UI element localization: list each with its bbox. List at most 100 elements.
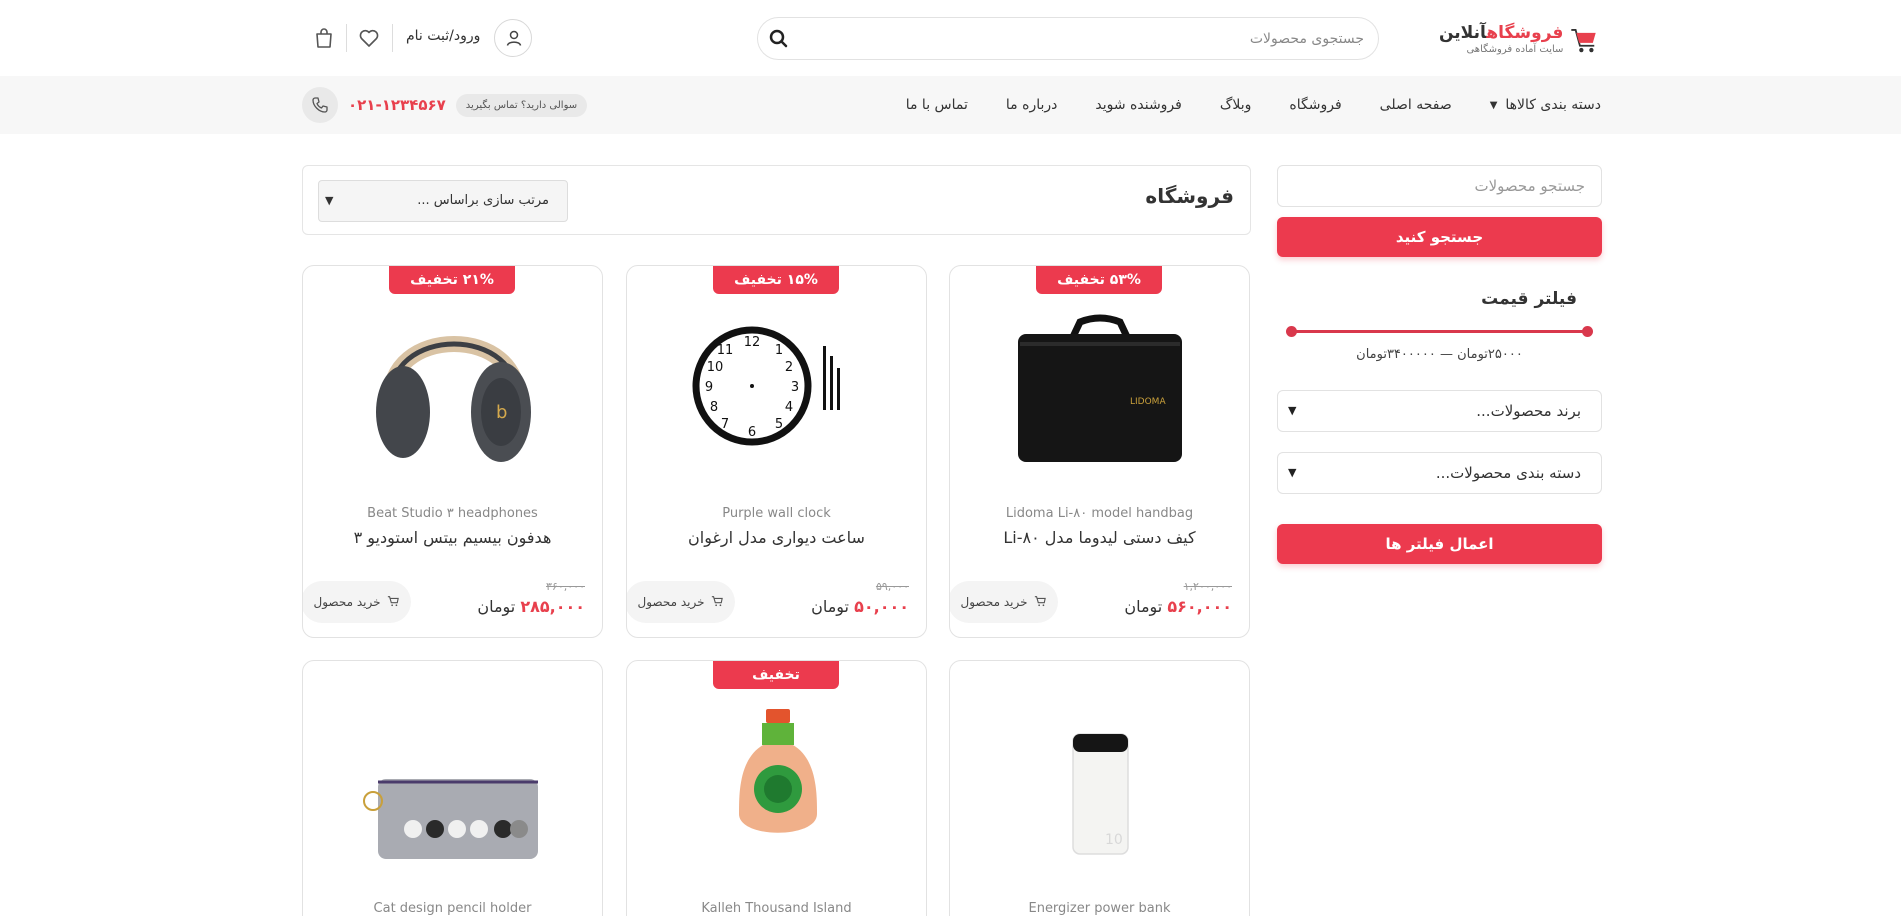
price-slider-handle-max[interactable] [1286, 326, 1297, 337]
brand-select[interactable]: برند محصولات... ▼ [1277, 390, 1602, 432]
chevron-down-icon: ▼ [1288, 466, 1297, 479]
svg-text:12: 12 [744, 335, 761, 350]
sidebar-search-input[interactable] [1277, 165, 1602, 207]
product-image[interactable]: 10 [950, 689, 1249, 869]
nav-item-contact[interactable]: تماس با ما [887, 97, 987, 113]
price-filter-title: فیلتر قیمت [1481, 289, 1577, 309]
discount-badge: تخفیف [713, 661, 839, 689]
product-card[interactable]: Cat design pencil holder [302, 660, 603, 916]
nav-item-blog[interactable]: وبلاگ [1201, 97, 1271, 113]
nav-item-become-seller[interactable]: فروشنده شوید [1076, 97, 1200, 113]
product-image[interactable]: b [303, 294, 602, 474]
product-image[interactable]: LIDOMA [950, 294, 1249, 474]
currency: تومان [477, 597, 516, 616]
product-card[interactable]: 10 Energizer power bank [949, 660, 1250, 916]
buy-button-label: خرید محصول [960, 595, 1028, 609]
svg-text:10: 10 [1105, 832, 1123, 848]
price-value: ۲۸۵,۰۰۰ [520, 597, 585, 616]
product-image[interactable]: 12 1 2 3 45 6 78 9 10 11 [627, 294, 926, 474]
search-icon[interactable] [768, 28, 790, 50]
product-name[interactable]: هدفون بیسیم بیتس استودیو ۳ [303, 528, 602, 547]
product-image[interactable] [303, 689, 602, 869]
buy-button[interactable]: خرید محصول [950, 581, 1058, 623]
discount-badge: ۱۵% تخفیف [713, 266, 839, 294]
logo-title: آنلاین [1439, 23, 1487, 43]
svg-text:6: 6 [748, 425, 756, 440]
product-name-en: Cat design pencil holder [373, 901, 532, 916]
cart-icon [387, 595, 399, 610]
nav-item-shop[interactable]: فروشگاه [1270, 97, 1360, 113]
svg-text:7: 7 [721, 417, 729, 432]
product-card[interactable]: تخفیف Kalleh Thousand Island [626, 660, 927, 916]
user-button[interactable] [494, 19, 532, 57]
buy-button-label: خرید محصول [313, 595, 381, 609]
product-card[interactable]: ۵۳% تخفیف LIDOMA Lidoma Li-۸۰ model hand… [949, 265, 1250, 638]
sauce-bottle-image [739, 709, 817, 833]
header-search [757, 17, 1379, 60]
logo-subtitle: سایت آماده فروشگاهی [1466, 44, 1564, 55]
sort-select[interactable]: مرتب سازی براساس ... ▼ [318, 180, 568, 222]
phone-button[interactable] [302, 87, 338, 123]
apply-filters-button[interactable]: اعمال فیلتر ها [1277, 524, 1602, 564]
product-image[interactable] [627, 689, 926, 869]
buy-button[interactable]: خرید محصول [303, 581, 411, 623]
product-name-en: Purple wall clock [722, 506, 831, 521]
discount-badge: ۲۱% تخفیف [389, 266, 515, 294]
cart-logo-icon [1571, 29, 1597, 53]
price-range-text: ۲۵۰۰۰تومان — ۳۴۰۰۰۰۰تومان [1356, 347, 1523, 362]
main-nav: دسته بندی کالاها ▼ صفحه اصلی فروشگاه وبلا… [0, 76, 1901, 134]
price-slider-track [1289, 330, 1590, 333]
nav-menu: دسته بندی کالاها ▼ صفحه اصلی فروشگاه وبلا… [887, 76, 1601, 134]
user-icon [506, 30, 522, 46]
svg-text:9: 9 [705, 380, 713, 395]
product-name-en: Lidoma Li-۸۰ model handbag [1005, 506, 1194, 521]
product-name[interactable]: ساعت دیواری مدل ارغوان [627, 528, 926, 547]
svg-text:1: 1 [775, 343, 783, 358]
header: فروشگاهآنلاین سایت آماده فروشگاهی ورود/ث… [0, 0, 1901, 76]
headphones-image: b [376, 336, 531, 462]
buy-button-label: خرید محصول [637, 595, 705, 609]
price-value: ۵۰,۰۰۰ [854, 597, 909, 616]
old-price: ۵۹,۰۰۰ [875, 580, 909, 593]
svg-text:10: 10 [707, 360, 724, 375]
old-price: ۳۶۰,۰۰۰ [546, 580, 585, 593]
product-name[interactable]: کیف دستی لیدوما مدل Li-۸۰ [950, 528, 1249, 547]
wall-clock-image: 12 12 3 45 6 78 9 10 11 [692, 326, 840, 446]
price: ۵۰,۰۰۰ تومان [811, 597, 909, 616]
product-name-en: Energizer power bank [1028, 901, 1171, 916]
svg-text:5: 5 [775, 417, 783, 432]
nav-item-categories[interactable]: دسته بندی کالاها ▼ [1471, 97, 1601, 113]
svg-text:b: b [496, 402, 507, 423]
chevron-down-icon: ▼ [325, 194, 334, 207]
cart-icon [711, 595, 723, 610]
price-slider-handle-min[interactable] [1582, 326, 1593, 337]
phone-icon [312, 97, 328, 113]
sidebar-search-button[interactable]: جستجو کنید [1277, 217, 1602, 257]
heart-icon[interactable] [357, 26, 381, 50]
product-name-en: Kalleh Thousand Island [701, 901, 852, 916]
divider [392, 24, 393, 52]
phone-number[interactable]: ۰۲۱-۱۲۳۴۵۶۷ [348, 96, 446, 114]
site-logo[interactable]: فروشگاهآنلاین سایت آماده فروشگاهی [1439, 18, 1599, 62]
product-card[interactable]: ۲۱% تخفیف b Beat Studio ۳ headphones هدف… [302, 265, 603, 638]
product-card[interactable]: ۱۵% تخفیف 12 1 2 3 45 6 78 9 10 11 Purple wall… [626, 265, 927, 638]
search-input[interactable] [824, 26, 1364, 52]
shopping-bag-icon[interactable] [312, 26, 336, 50]
power-bank-image: 10 [1072, 733, 1129, 855]
category-select[interactable]: دسته بندی محصولات... ▼ [1277, 452, 1602, 494]
discount-badge: ۵۳% تخفیف [1036, 266, 1162, 294]
login-register-link[interactable]: ورود/ثبت نام [406, 28, 480, 44]
svg-text:2: 2 [785, 360, 793, 375]
logo-title-accent: فروشگاه [1486, 23, 1564, 43]
buy-button[interactable]: خرید محصول [627, 581, 735, 623]
currency: تومان [1124, 597, 1163, 616]
price-value: ۵۶۰,۰۰۰ [1167, 597, 1232, 616]
account-area: ورود/ثبت نام [302, 18, 532, 58]
nav-item-about[interactable]: درباره ما [987, 97, 1076, 113]
handbag-image: LIDOMA [1018, 314, 1182, 462]
price-slider[interactable] [1277, 321, 1602, 341]
product-name-en: Beat Studio ۳ headphones [367, 506, 538, 521]
currency: تومان [811, 597, 849, 616]
nav-item-home[interactable]: صفحه اصلی [1361, 97, 1471, 113]
chevron-down-icon: ▼ [1288, 404, 1297, 417]
